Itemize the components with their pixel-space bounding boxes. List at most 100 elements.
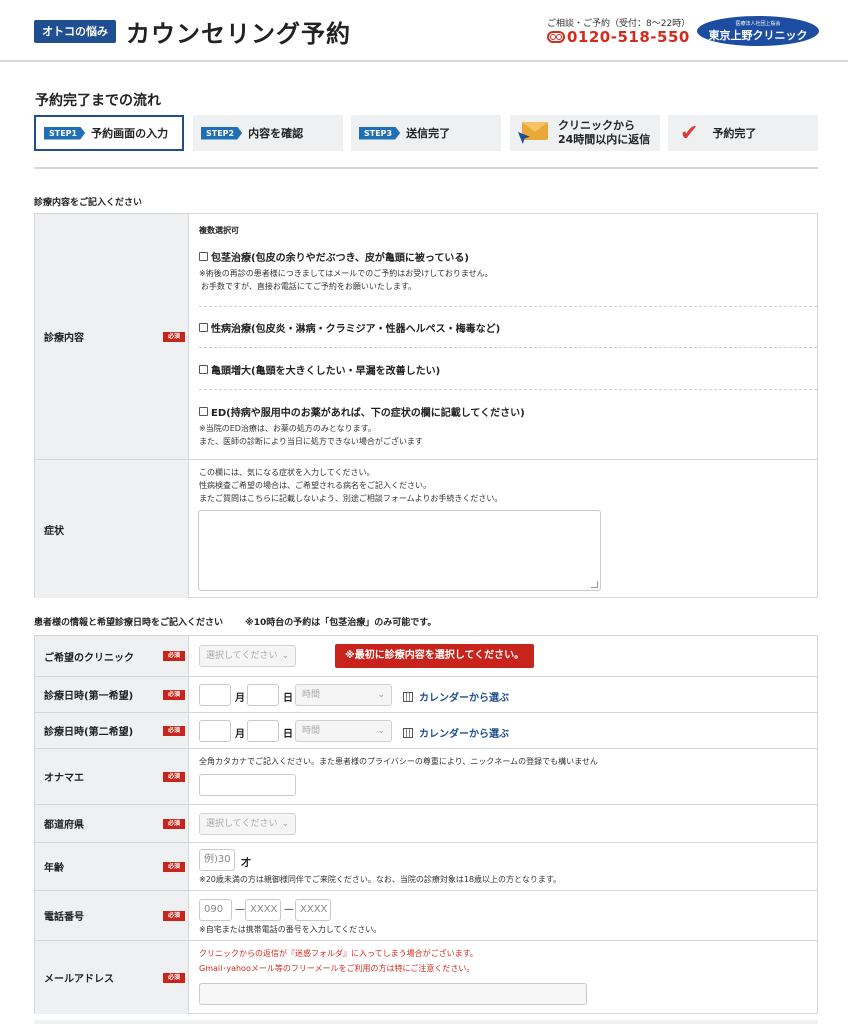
calendar-link-text: カレンダーから選ぶ <box>419 693 509 704</box>
time-select[interactable]: 時間 ⌄ <box>295 684 392 706</box>
step-label: 予約画面の入力 <box>91 127 169 140</box>
divider <box>34 1020 818 1024</box>
freedial-icon <box>547 31 565 43</box>
treatment-label: 診療内容 必須 <box>35 214 189 459</box>
day-unit: 日 <box>283 693 293 704</box>
month-unit: 月 <box>235 729 245 740</box>
option-note: ※術後の再診の患者様につきましてはメールでのご予約はお受けしておりません。 <box>199 269 493 278</box>
required-badge: 必須 <box>163 689 185 700</box>
day-input[interactable] <box>247 720 279 742</box>
step-4: クリニックから 24時間以内に返信 <box>510 115 660 151</box>
option-glans[interactable]: 亀頭増大(亀頭を大きくしたい・早漏を改善したい) <box>199 362 440 377</box>
symptoms-body: この欄には、気になる症状を入力してください。 性病検査ご希望の場合は、ご希望され… <box>198 460 817 599</box>
prefecture-select[interactable]: 選択してください ⌄ <box>199 813 296 835</box>
email-warning: クリニックからの返信が『迷惑フォルダ』に入ってしまう場合がございます。 <box>199 949 478 958</box>
option-label: ED(持病や服用中のお薬があれば、下の症状の欄に記載してください) <box>211 408 525 419</box>
option-phimosis[interactable]: 包茎治療(包皮の余りやだぶつき、皮が亀頭に被っている) <box>199 249 469 264</box>
field-label: ご希望のクリニック <box>44 652 134 664</box>
symptoms-textarea[interactable] <box>198 510 601 591</box>
date1-row: 診療日時(第一希望) 必須 月 日 時間 ⌄ カレンダーから選ぶ <box>35 676 817 712</box>
field-label: メールアドレス <box>44 974 114 985</box>
name-input[interactable] <box>199 774 296 796</box>
step-5: ✔ 予約完了 <box>668 115 818 151</box>
select-value: 時間 <box>302 690 321 700</box>
calendar-link[interactable]: カレンダーから選ぶ <box>403 725 509 740</box>
select-value: 選択してください <box>206 651 278 661</box>
dashed-divider <box>199 389 817 390</box>
chevron-down-icon: ⌄ <box>377 726 385 736</box>
checkbox[interactable] <box>199 407 208 416</box>
required-badge: 必須 <box>163 910 185 921</box>
name-label: オナマエ 必須 <box>35 749 189 804</box>
option-note: また、医師の診断により当日に処方できない場合がございます <box>199 437 423 446</box>
month-input[interactable] <box>199 720 231 742</box>
name-body: 全角カタカナでご記入ください。また患者様のプライバシーの尊重により、ニックネーム… <box>199 749 817 805</box>
month-input[interactable] <box>199 684 231 706</box>
field-label: 症状 <box>44 525 64 537</box>
age-input[interactable]: 例)30 <box>199 849 235 871</box>
chevron-down-icon: ⌄ <box>281 651 289 661</box>
required-badge: 必須 <box>163 771 185 782</box>
clinic-select[interactable]: 選択してください ⌄ <box>199 645 296 667</box>
field-label: 電話番号 <box>44 912 84 923</box>
clinic-logo-sub: 医療法人社団上桜会 <box>735 21 781 27</box>
clinic-logo-name: 東京上野クリニック <box>708 29 808 42</box>
phone-input-2[interactable]: XXXX <box>245 899 281 921</box>
option-note: お手数ですが、直接お電話にてご予約をお願いいたします。 <box>201 282 417 291</box>
calendar-link[interactable]: カレンダーから選ぶ <box>403 689 509 704</box>
flow-title: 予約完了までの流れ <box>35 93 161 109</box>
email-row: メールアドレス 必須 クリニックからの返信が『迷惑フォルダ』に入ってしまう場合が… <box>35 940 817 1014</box>
step-tag: STEP3 <box>359 126 401 140</box>
clinic-body: 選択してください ⌄ ※最初に診療内容を選択してください。 <box>199 636 817 676</box>
required-badge: 必須 <box>163 331 185 342</box>
required-badge: 必須 <box>163 818 185 829</box>
step-tag: STEP1 <box>44 126 86 140</box>
required-badge: 必須 <box>163 651 185 661</box>
month-unit: 月 <box>235 693 245 704</box>
calendar-icon <box>403 691 413 702</box>
checkbox[interactable] <box>199 252 208 261</box>
phone-dash: — <box>284 904 294 915</box>
email-body: クリニックからの返信が『迷惑フォルダ』に入ってしまう場合がございます。 Gmai… <box>199 941 817 1015</box>
step-label: 予約完了 <box>712 127 757 140</box>
symptoms-label: 症状 <box>35 460 189 598</box>
step-1: STEP1 予約画面の入力 <box>34 115 184 151</box>
checkbox[interactable] <box>199 323 208 332</box>
symptoms-row: 症状 この欄には、気になる症状を入力してください。 性病検査ご希望の場合は、ご希… <box>35 459 817 598</box>
checkbox[interactable] <box>199 365 208 374</box>
required-badge: 必須 <box>163 972 185 983</box>
step-tag: STEP2 <box>201 126 243 140</box>
section-label-treatment: 診療内容をご記入ください <box>34 198 143 208</box>
clinic-logo[interactable]: 医療法人社団上桜会 東京上野クリニック <box>697 16 819 46</box>
brand-badge[interactable]: オトコの悩み <box>34 20 116 43</box>
age-label: 年齢 必須 <box>35 843 189 890</box>
required-badge: 必須 <box>163 861 185 872</box>
multi-select-note: 複数選択可 <box>199 226 239 235</box>
date1-body: 月 日 時間 ⌄ カレンダーから選ぶ <box>199 677 817 713</box>
option-ed[interactable]: ED(持病や服用中のお薬があれば、下の症状の欄に記載してください) <box>199 404 525 419</box>
required-badge: 必須 <box>163 725 185 736</box>
email-label: メールアドレス 必須 <box>35 941 189 1014</box>
field-label: 年齢 <box>44 863 64 874</box>
day-input[interactable] <box>247 684 279 706</box>
prefecture-body: 選択してください ⌄ <box>199 805 817 843</box>
phone-input-1[interactable]: 090 <box>199 899 232 921</box>
age-row: 年齢 必須 例)30 才 ※20歳未満の方は親御様同伴でご来院ください。なお、当… <box>35 842 817 890</box>
phone-input-3[interactable]: XXXX <box>295 899 331 921</box>
option-label: 亀頭増大(亀頭を大きくしたい・早漏を改善したい) <box>211 366 441 377</box>
phone-number[interactable]: 0120-518-550 <box>547 28 690 46</box>
dashed-divider <box>199 306 817 307</box>
clinic-label: ご希望のクリニック 必須 <box>35 636 189 676</box>
checkmark-icon: ✔ <box>680 120 699 146</box>
step-2: STEP2 内容を確認 <box>193 115 343 151</box>
age-note: ※20歳未満の方は親御様同伴でご来院ください。なお、当院の診療対象は18歳以上の… <box>199 875 562 884</box>
date2-row: 診療日時(第二希望) 必須 月 日 時間 ⌄ カレンダーから選ぶ <box>35 712 817 748</box>
day-unit: 日 <box>283 729 293 740</box>
section-label-patient: 患者様の情報と希望診療日時をご記入ください ※10時台の予約は「包茎治療」のみ可能… <box>34 615 436 628</box>
field-label: 診療日時(第一希望) <box>44 691 134 702</box>
option-std[interactable]: 性病治療(包皮炎・淋病・クラミジア・性器ヘルペス・梅毒など) <box>199 320 500 335</box>
phone-note: ※自宅または携帯電話の番号を入力してください。 <box>199 925 382 934</box>
step-flow: STEP1 予約画面の入力 STEP2 内容を確認 STEP3 送信完了 クリニ… <box>34 115 818 151</box>
email-input[interactable] <box>199 983 587 1005</box>
time-select[interactable]: 時間 ⌄ <box>295 720 392 742</box>
